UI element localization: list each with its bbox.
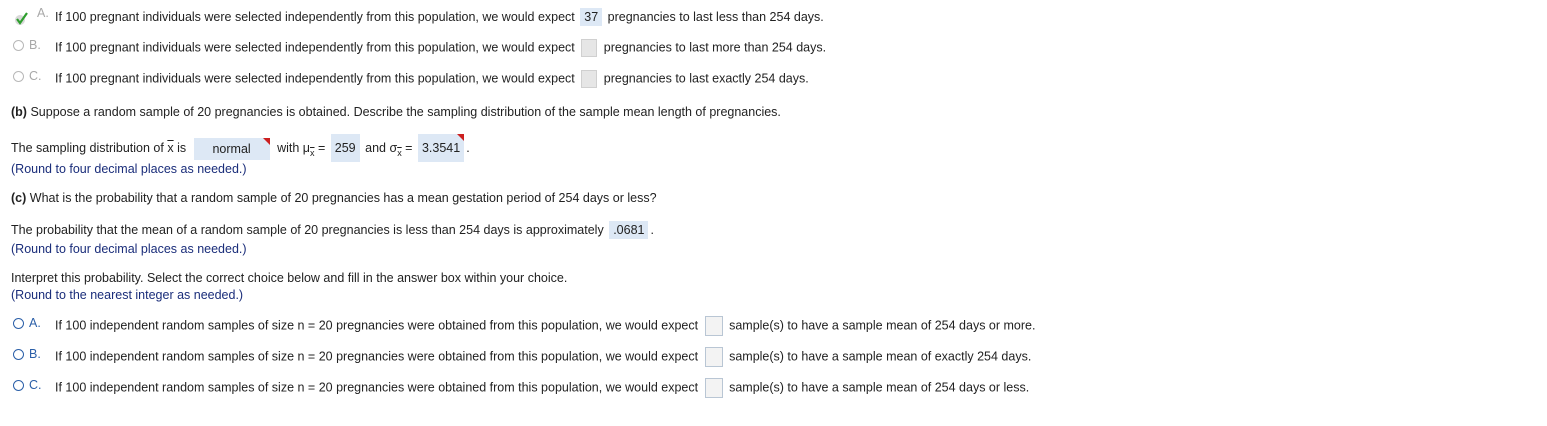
part-c-rounding-note: (Round to four decimal places as needed.… xyxy=(11,242,247,256)
part-b-rounding-note: (Round to four decimal places as needed.… xyxy=(11,162,247,176)
radio-circle-icon[interactable] xyxy=(13,379,24,391)
answer-box[interactable]: 37 xyxy=(580,8,603,26)
red-corner-flag-icon xyxy=(262,137,270,145)
option-text: If 100 independent random samples of siz… xyxy=(55,347,1031,367)
part-b-answer-line: The sampling distribution of x is normal… xyxy=(11,134,470,162)
checkmark-icon xyxy=(15,12,28,25)
part-c-question: (c) What is the probability that a rando… xyxy=(11,191,657,205)
mu-symbol: μx xyxy=(302,141,315,158)
sigma-answer-box[interactable]: 3.3541 xyxy=(417,134,465,162)
answer-box[interactable] xyxy=(581,39,598,57)
option-letter: A. xyxy=(37,6,49,20)
sigma-symbol: σx xyxy=(389,141,402,158)
option-text: If 100 pregnant individuals were selecte… xyxy=(55,70,809,88)
distribution-dropdown[interactable]: normal xyxy=(193,137,270,160)
radio-circle-icon[interactable] xyxy=(13,39,24,51)
red-corner-flag-icon xyxy=(457,134,465,141)
part-b-question: (b) Suppose a random sample of 20 pregna… xyxy=(11,105,781,119)
option-letter: B. xyxy=(29,38,41,52)
option-letter: A. xyxy=(29,316,41,330)
radio-circle-icon[interactable] xyxy=(13,317,24,329)
mu-answer-box[interactable]: 259 xyxy=(330,134,360,162)
option-text: If 100 pregnant individuals were selecte… xyxy=(55,39,826,57)
answer-box[interactable] xyxy=(704,316,723,336)
answer-box[interactable] xyxy=(704,347,723,367)
part-c-answer-line: The probability that the mean of a rando… xyxy=(11,221,654,239)
probability-answer-box[interactable]: .0681 xyxy=(609,221,649,239)
option-text: If 100 pregnant individuals were selecte… xyxy=(55,8,824,26)
option-letter: C. xyxy=(29,69,42,83)
answer-box[interactable] xyxy=(704,378,723,398)
radio-circle-icon[interactable] xyxy=(13,348,24,360)
option-letter: C. xyxy=(29,378,42,392)
radio-circle-icon[interactable] xyxy=(13,70,24,82)
option-letter: B. xyxy=(29,347,41,361)
option-text: If 100 independent random samples of siz… xyxy=(55,378,1029,398)
x-bar-symbol: x xyxy=(167,141,174,155)
interpret-rounding-note: (Round to the nearest integer as needed.… xyxy=(11,288,244,302)
interpret-instruction: Interpret this probability. Select the c… xyxy=(11,271,568,285)
option-text: If 100 independent random samples of siz… xyxy=(55,316,1035,336)
answer-box[interactable] xyxy=(581,70,598,88)
